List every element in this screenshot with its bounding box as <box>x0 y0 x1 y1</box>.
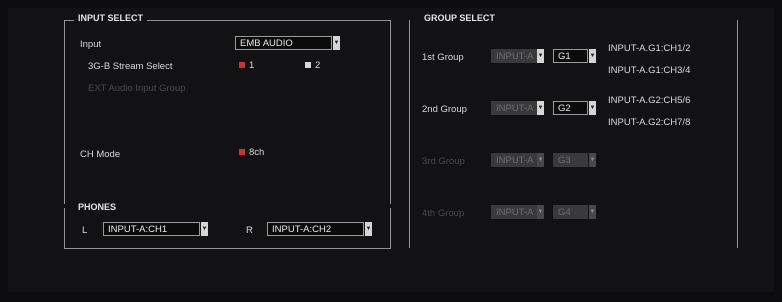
chevron-down-icon: ▼ <box>537 101 544 115</box>
phones-left-label: L <box>82 225 88 236</box>
group-3-label: 3rd Group <box>422 156 465 167</box>
chevron-down-icon: ▼ <box>589 153 596 167</box>
group-4-input-dropdown: INPUT-A ▼ <box>491 205 544 219</box>
group-2-input-dropdown: INPUT-A ▼ <box>491 101 544 115</box>
group-2-group-value: G2 <box>553 101 588 115</box>
group-1-input-value: INPUT-A <box>491 49 537 63</box>
group-3-group-value: G3 <box>553 153 588 167</box>
ch-mode-checkbox[interactable] <box>239 149 245 155</box>
group-4-label: 4th Group <box>422 208 465 219</box>
chevron-down-icon: ▼ <box>201 222 208 236</box>
audio-settings-screen: { "colors": { "background": "#0c0c0e", "… <box>0 0 782 302</box>
stream-1-label: 1 <box>249 60 255 71</box>
input-dropdown[interactable]: EMB AUDIO ▼ <box>235 36 342 50</box>
group-3-input-dropdown: INPUT-A ▼ <box>491 153 544 167</box>
group-3-group-dropdown: G3 ▼ <box>553 153 596 167</box>
chevron-down-icon: ▼ <box>589 49 596 63</box>
chevron-down-icon: ▼ <box>537 49 544 63</box>
group-4-group-dropdown: G4 ▼ <box>553 205 596 219</box>
group-select-title: GROUP SELECT <box>420 13 499 23</box>
ext-audio-input-group-label: EXT Audio Input Group <box>88 83 186 94</box>
chevron-down-icon: ▼ <box>537 153 544 167</box>
group-1-group-value: G1 <box>553 49 588 63</box>
phones-right-label: R <box>246 225 253 236</box>
group-3-input-value: INPUT-A <box>491 153 537 167</box>
group-2-channel-2: INPUT-A.G2:CH7/8 <box>608 117 691 128</box>
group-1-channel-2: INPUT-A.G1:CH3/4 <box>608 65 691 76</box>
chevron-down-icon: ▼ <box>365 222 372 236</box>
group-4-input-value: INPUT-A <box>491 205 537 219</box>
chevron-down-icon: ▼ <box>333 36 340 50</box>
phones-right-value: INPUT-A:CH2 <box>267 222 364 236</box>
ch-mode-option-label: 8ch <box>249 147 265 158</box>
group-2-label: 2nd Group <box>422 104 467 115</box>
phones-title: PHONES <box>74 202 121 212</box>
stream-1-checkbox[interactable] <box>239 62 245 68</box>
group-1-input-dropdown: INPUT-A ▼ <box>491 49 544 63</box>
phones-left-value: INPUT-A:CH1 <box>103 222 200 236</box>
ch-mode-label: CH Mode <box>80 149 121 160</box>
chevron-down-icon: ▼ <box>537 205 544 219</box>
group-2-channel-1: INPUT-A.G2:CH5/6 <box>608 95 691 106</box>
phones-right-dropdown[interactable]: INPUT-A:CH2 ▼ <box>267 222 374 236</box>
group-2-group-dropdown[interactable]: G2 ▼ <box>553 101 596 115</box>
group-select-divider-left <box>409 20 410 248</box>
input-label: Input <box>80 39 102 50</box>
group-1-channel-1: INPUT-A.G1:CH1/2 <box>608 43 691 54</box>
stream-2-checkbox[interactable] <box>305 62 311 68</box>
group-1-group-dropdown[interactable]: G1 ▼ <box>553 49 596 63</box>
phones-left-dropdown[interactable]: INPUT-A:CH1 ▼ <box>103 222 210 236</box>
input-select-title: INPUT SELECT <box>74 13 148 23</box>
chevron-down-icon: ▼ <box>589 101 596 115</box>
group-4-group-value: G4 <box>553 205 588 219</box>
stream-select-label: 3G-B Stream Select <box>88 61 173 72</box>
group-select-divider-right <box>737 20 738 248</box>
input-dropdown-value: EMB AUDIO <box>235 36 332 50</box>
stream-2-label: 2 <box>315 60 321 71</box>
group-2-input-value: INPUT-A <box>491 101 537 115</box>
group-1-label: 1st Group <box>422 52 464 63</box>
chevron-down-icon: ▼ <box>589 205 596 219</box>
